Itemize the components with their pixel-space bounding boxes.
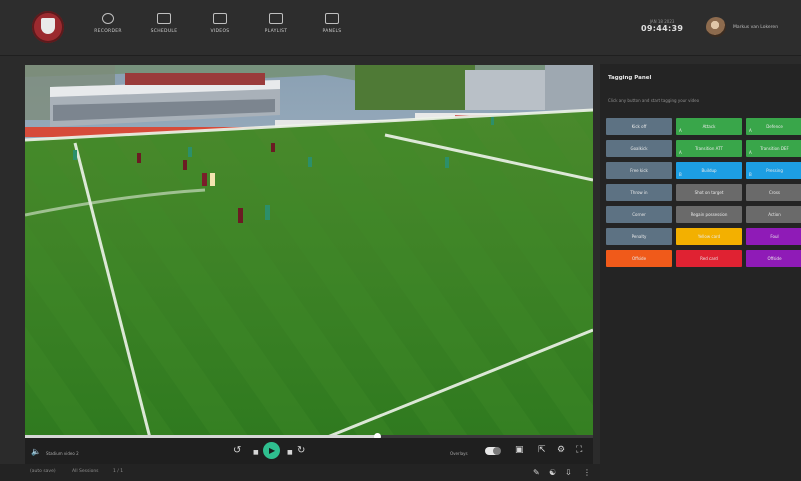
- tag-button[interactable]: Offside: [606, 250, 672, 267]
- tag-button-label: Regain possession: [690, 212, 728, 217]
- clock: JAN 18 2023 09:44:39: [641, 19, 683, 33]
- tag-hotkey-badge: A: [749, 128, 752, 133]
- tag-button-label: Throw in: [630, 190, 648, 195]
- tag-button-label: Shot on target: [694, 190, 724, 195]
- skip-forward-icon[interactable]: ↻: [297, 446, 305, 456]
- download-icon[interactable]: ⇩: [565, 468, 572, 477]
- tag-hotkey-badge: A: [679, 150, 682, 155]
- nav-recorder-label: RECORDER: [94, 29, 122, 34]
- tag-button[interactable]: Penalty: [606, 228, 672, 245]
- tag-button-label: Offside: [767, 256, 782, 261]
- nav-videos-label: VIDEOS: [210, 29, 230, 34]
- panel-subtitle: Click any button and start tagging your …: [608, 98, 700, 103]
- tag-button-label: Defence: [766, 124, 783, 129]
- tag-button[interactable]: Regain possession: [676, 206, 742, 223]
- tag-button-label: Action: [768, 212, 781, 217]
- tag-button[interactable]: Defence A: [746, 118, 801, 135]
- tag-button-label: Free kick: [630, 168, 648, 173]
- tag-button-label: Kick off: [631, 124, 647, 129]
- nav-panels-label: PANELS: [322, 29, 342, 34]
- club-logo[interactable]: [32, 11, 64, 43]
- tag-button-label: Transition DEF: [760, 146, 789, 151]
- tag-button[interactable]: Goalkick: [606, 140, 672, 157]
- main-nav: RECORDER SCHEDULE VIDEOS PLAYLIST PANELS: [80, 13, 360, 47]
- tag-button-label: Offside: [631, 256, 647, 261]
- tag-button[interactable]: Foul: [746, 228, 801, 245]
- tag-button-label: Cross: [769, 190, 780, 195]
- tag-button-label: Buildup: [701, 168, 717, 173]
- screen-icon[interactable]: ▣: [515, 446, 524, 455]
- video-player[interactable]: [25, 65, 593, 438]
- play-icon: ▶: [269, 446, 276, 455]
- cursor-icon[interactable]: ⇱: [538, 446, 546, 455]
- tag-button[interactable]: Kick off: [606, 118, 672, 135]
- tag-button[interactable]: Red card: [676, 250, 742, 267]
- tag-button[interactable]: Transition DEF A: [746, 140, 801, 157]
- tag-button-label: Corner: [632, 212, 646, 217]
- tag-button-label: Penalty: [631, 234, 647, 239]
- page-counter: 1 / 1: [113, 469, 124, 474]
- top-navigation-bar: RECORDER SCHEDULE VIDEOS PLAYLIST PANELS…: [0, 0, 801, 56]
- overlays-label: Overlays: [450, 451, 468, 456]
- tag-button-label: Attack: [702, 124, 716, 129]
- tag-button[interactable]: Yellow card: [676, 228, 742, 245]
- nav-videos[interactable]: VIDEOS: [192, 13, 248, 47]
- tag-button[interactable]: Buildup B: [676, 162, 742, 179]
- volume-icon[interactable]: 🔈: [31, 447, 41, 456]
- tag-button[interactable]: Action: [746, 206, 801, 223]
- tag-button[interactable]: Attack A: [676, 118, 742, 135]
- tag-button-grid: Kick off Attack A Defence A Goalkick Transitio…: [606, 118, 801, 267]
- edit-icon[interactable]: ✎: [533, 468, 540, 477]
- tag-button[interactable]: Shot on target: [676, 184, 742, 201]
- nav-panels[interactable]: PANELS: [304, 13, 360, 47]
- tag-button-label: Foul: [770, 234, 779, 239]
- tag-button[interactable]: Cross: [746, 184, 801, 201]
- user-name[interactable]: Markus van Lokeren: [733, 25, 778, 30]
- tag-button-label: Goalkick: [630, 146, 648, 151]
- users-icon[interactable]: ☯: [549, 468, 556, 477]
- prev-frame-icon[interactable]: ■: [253, 448, 259, 457]
- video-frame: [25, 65, 593, 438]
- tag-hotkey-badge: A: [749, 150, 752, 155]
- tag-button-label: Transition ATT: [695, 146, 723, 151]
- nav-playlist[interactable]: PLAYLIST: [248, 13, 304, 47]
- record-icon: [102, 13, 114, 24]
- avatar[interactable]: [706, 17, 726, 37]
- tag-hotkey-badge: B: [679, 172, 682, 177]
- tag-button[interactable]: Transition ATT A: [676, 140, 742, 157]
- skip-back-icon[interactable]: ↺: [233, 446, 241, 456]
- tag-button[interactable]: Free kick: [606, 162, 672, 179]
- tag-hotkey-badge: B: [749, 172, 752, 177]
- overlays-toggle-knob: [493, 447, 501, 455]
- nav-playlist-label: PLAYLIST: [264, 29, 288, 34]
- calendar-icon: [157, 13, 171, 24]
- panels-icon: [325, 13, 339, 24]
- settings-icon[interactable]: ⚙: [557, 446, 565, 455]
- sessions-label[interactable]: All Sessions: [72, 469, 99, 474]
- tag-button[interactable]: Pressing B: [746, 162, 801, 179]
- panel-title: Tagging Panel: [608, 75, 652, 81]
- nav-schedule[interactable]: SCHEDULE: [136, 13, 192, 47]
- playlist-icon: [269, 13, 283, 24]
- autosave-label: (auto save): [30, 469, 56, 474]
- tagging-panel: Tagging Panel Click any button and start…: [600, 64, 801, 481]
- tag-hotkey-badge: A: [679, 128, 682, 133]
- next-frame-icon[interactable]: ■: [287, 448, 293, 457]
- player-controls: 🔈 Stadium video 2 ↺ ■ ▶ ■ ↻ Overlays ▣ ⇱…: [25, 438, 593, 464]
- tag-button[interactable]: Offside: [746, 250, 801, 267]
- tag-button-label: Red card: [700, 256, 718, 261]
- more-icon[interactable]: ⋮: [583, 468, 591, 477]
- nav-schedule-label: SCHEDULE: [150, 29, 178, 34]
- time-display: 09:44:39: [641, 24, 684, 33]
- video-icon: [213, 13, 227, 24]
- tag-button[interactable]: Corner: [606, 206, 672, 223]
- nav-recorder[interactable]: RECORDER: [80, 13, 136, 47]
- tag-button-label: Pressing: [766, 168, 783, 173]
- tag-button-label: Yellow card: [697, 234, 721, 239]
- fullscreen-icon[interactable]: ⛶: [576, 446, 582, 455]
- tag-button[interactable]: Throw in: [606, 184, 672, 201]
- source-label[interactable]: Stadium video 2: [46, 449, 79, 458]
